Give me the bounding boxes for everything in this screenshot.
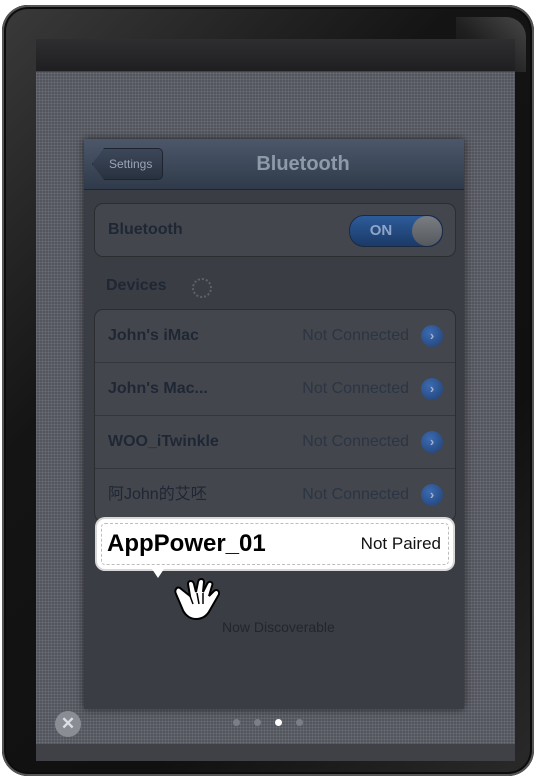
page-dot[interactable] [233, 719, 240, 726]
bluetooth-row: Bluetooth ON [95, 204, 455, 256]
devices-header: Devices [106, 277, 167, 294]
device-row-woo-itwinkle[interactable]: WOO_iTwinkle Not Connected › [95, 416, 455, 469]
bluetooth-group: Bluetooth ON [94, 203, 456, 257]
device-status: Not Connected [302, 380, 409, 397]
bluetooth-label: Bluetooth [108, 221, 183, 238]
hand-pointer-icon [174, 578, 221, 621]
device-name: John's iMac [108, 327, 199, 344]
navigation-bar: Settings Bluetooth [84, 139, 464, 190]
devices-list: John's iMac Not Connected › John's Mac..… [94, 309, 456, 522]
page-indicator[interactable] [0, 719, 536, 729]
highlighted-device-status: Not Paired [360, 534, 441, 553]
device-name: WOO_iTwinkle [108, 433, 219, 450]
highlighted-device-row[interactable]: AppPower_01 Not Paired [97, 519, 453, 569]
bottom-strip [36, 744, 515, 761]
popup-tail [150, 566, 166, 578]
device-name: 阿John的艾呸 [108, 486, 207, 503]
highlighted-device-name: AppPower_01 [107, 530, 266, 557]
discoverable-text: Now Discoverable [222, 619, 335, 635]
status-bar [36, 39, 515, 72]
device-status: Not Connected [302, 327, 409, 344]
toggle-knob [412, 216, 442, 246]
page-dot[interactable] [296, 719, 303, 726]
toggle-state-label: ON [369, 222, 393, 239]
loading-spinner-icon [192, 278, 212, 298]
device-name: John's Mac... [108, 380, 208, 397]
disclosure-chevron-icon[interactable]: › [421, 378, 443, 400]
device-row-chinese[interactable]: 阿John的艾呸 Not Connected › [95, 469, 455, 521]
device-status: Not Connected [302, 433, 409, 450]
device-row-johns-imac[interactable]: John's iMac Not Connected › [95, 310, 455, 363]
disclosure-chevron-icon[interactable]: › [421, 431, 443, 453]
page-dot[interactable] [254, 719, 261, 726]
bluetooth-toggle[interactable]: ON [349, 215, 443, 247]
page-title: Bluetooth [256, 153, 350, 175]
disclosure-chevron-icon[interactable]: › [421, 325, 443, 347]
disclosure-chevron-icon[interactable]: › [421, 484, 443, 506]
device-row-johns-mac[interactable]: John's Mac... Not Connected › [95, 363, 455, 416]
settings-card: Settings Bluetooth Bluetooth ON Devices … [84, 139, 464, 709]
device-status: Not Connected [302, 486, 409, 503]
page-dot-active[interactable] [275, 719, 282, 726]
